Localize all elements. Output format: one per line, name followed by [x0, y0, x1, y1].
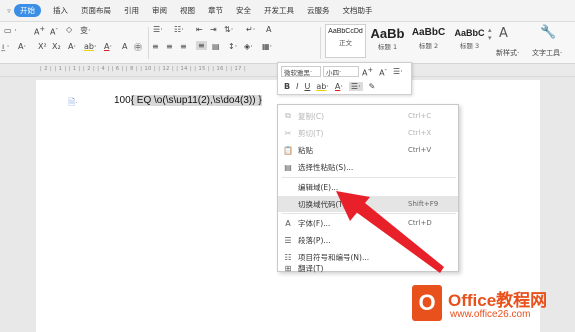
paste-special-icon: ▤: [284, 162, 292, 172]
align-center-icon[interactable]: ≡: [166, 42, 173, 51]
watermark-logo: O Office教程网 www.office26.com: [412, 282, 574, 330]
chevron-down-icon[interactable]: ▿: [4, 7, 14, 15]
tab-cloud[interactable]: 云服务: [307, 5, 330, 16]
text-effect-icon[interactable]: A·: [68, 42, 76, 51]
text-tools-button[interactable]: 文字工具·: [532, 48, 562, 58]
style-heading-3[interactable]: AaBbC 标题 3: [449, 24, 490, 58]
show-marks-icon[interactable]: ↵·: [246, 25, 255, 34]
gallery-scroll-icon[interactable]: ▴ ▾: [488, 26, 492, 42]
text-tools-icon[interactable]: 🔧: [540, 25, 556, 40]
shrink-font-icon[interactable]: A-: [50, 25, 58, 37]
watermark-brand: Office教程网: [448, 291, 548, 310]
bullets-icon[interactable]: ☰·: [153, 25, 163, 34]
bullets-icon: ☷: [284, 252, 292, 262]
line-spacing-icon[interactable]: ↕·: [228, 42, 237, 51]
font-icon: A: [285, 218, 291, 228]
tab-insert[interactable]: 插入: [53, 5, 68, 16]
tab-page-layout[interactable]: 页面布局: [81, 5, 111, 16]
sort-icon[interactable]: ⇅·: [224, 25, 233, 34]
tab-section[interactable]: 章节: [208, 5, 223, 16]
align-left-icon[interactable]: ≡: [152, 42, 159, 51]
translate-icon: ⊞: [284, 263, 292, 273]
phonetic-icon[interactable]: 变·: [80, 25, 91, 36]
numbering-icon[interactable]: ☷·: [174, 25, 184, 34]
ribbon-separator: [320, 27, 321, 59]
align-icon[interactable]: ☰·: [348, 82, 363, 91]
tab-references[interactable]: 引用: [124, 5, 139, 16]
underline-icon[interactable]: U: [304, 82, 310, 91]
format-painter-icon[interactable]: ✎: [369, 82, 376, 91]
copy-icon: ⧉: [285, 111, 291, 120]
style-heading-1[interactable]: AaBb 标题 1: [367, 24, 408, 58]
line-prefix: 100: [114, 95, 131, 106]
ribbon-separator: [148, 27, 149, 59]
mini-font-size[interactable]: 小四 ·: [323, 66, 359, 77]
font-size-dropdown[interactable]: ▭ ·: [4, 26, 17, 35]
grow-font-icon[interactable]: A+: [362, 66, 373, 78]
highlight-icon[interactable]: ab·: [84, 42, 97, 51]
tab-developer[interactable]: 开发工具: [264, 5, 294, 16]
justify-icon[interactable]: ≡: [196, 41, 207, 50]
paste-icon: 📋: [283, 145, 293, 155]
grow-font-icon[interactable]: A+: [34, 25, 45, 37]
font-color-icon[interactable]: A·: [335, 82, 343, 91]
borders-icon[interactable]: ▦·: [262, 42, 272, 51]
shrink-font-icon[interactable]: A-: [379, 66, 387, 78]
mini-toolbar: 微软雅黑 · 小四 · A+ A- ☰· B I U ab· A· ☰· ✎: [277, 62, 412, 95]
paragraph-marker-icon[interactable]: 🗎·: [68, 95, 77, 111]
tab-home[interactable]: 开始: [14, 4, 41, 17]
italic-icon[interactable]: I: [296, 82, 298, 91]
document-line[interactable]: 100{ EQ \o(\s\up11(2),\s\do4(3)) }: [114, 95, 262, 106]
cut-icon: ✂: [284, 128, 292, 138]
menu-item-paste[interactable]: 📋 粘贴 Ctrl+V: [278, 142, 458, 158]
tab-view[interactable]: 视图: [180, 5, 195, 16]
tab-security[interactable]: 安全: [236, 5, 251, 16]
style-heading-2[interactable]: AaBbC 标题 2: [408, 24, 449, 58]
menu-item-copy[interactable]: ⧉ 复制(C) Ctrl+C: [278, 108, 458, 124]
subscript-icon[interactable]: X₂: [52, 42, 61, 51]
tab-doc-assistant[interactable]: 文档助手: [343, 5, 373, 16]
paragraph-icon: ☰: [284, 235, 292, 245]
highlight-icon[interactable]: ab·: [316, 82, 329, 91]
underline-dropdown[interactable]: ı̲ ·: [2, 42, 9, 51]
line-spacing-icon[interactable]: ☰·: [393, 67, 403, 76]
mini-font-name[interactable]: 微软雅黑 ·: [281, 66, 321, 77]
char-border-icon[interactable]: A: [122, 42, 127, 51]
office-logo-icon: O: [412, 285, 442, 321]
enclose-char-icon[interactable]: ㊥: [134, 42, 142, 53]
decrease-indent-icon[interactable]: ⇤: [196, 25, 203, 34]
increase-indent-icon[interactable]: ⇥: [210, 25, 217, 34]
text-direction-icon[interactable]: A: [266, 25, 271, 34]
bold-icon[interactable]: B: [284, 82, 290, 91]
font-color-icon[interactable]: A·: [104, 42, 112, 51]
align-right-icon[interactable]: ≡: [180, 42, 187, 51]
watermark-url: www.office26.com: [450, 309, 531, 320]
clear-format-icon[interactable]: ◇: [66, 25, 72, 34]
menu-bar: ▿ 开始 插入 页面布局 引用 审阅 视图 章节 安全 开发工具 云服务 文档助…: [0, 0, 575, 22]
red-arrow-icon: [336, 191, 444, 273]
new-style-icon[interactable]: A: [499, 26, 508, 41]
strikethrough-icon[interactable]: A·: [18, 42, 26, 51]
tab-review[interactable]: 审阅: [152, 5, 167, 16]
ribbon: ▭ · A+ A- ◇ 变· ı̲ · A· X² X₂ A· ab· A· A…: [0, 22, 575, 64]
superscript-icon[interactable]: X²: [38, 42, 47, 51]
distribute-icon[interactable]: ▤: [212, 42, 220, 51]
field-code[interactable]: { EQ \o(\s\up11(2),\s\do4(3)) }: [130, 95, 262, 106]
menu-item-paste-special[interactable]: ▤ 选择性粘贴(S)...: [278, 159, 458, 175]
style-normal[interactable]: AaBbCcDd 正文: [325, 24, 366, 58]
new-style-button[interactable]: 新样式·: [496, 48, 519, 58]
menu-divider: [282, 177, 456, 178]
shading-icon[interactable]: ◈·: [244, 42, 253, 51]
menu-item-cut[interactable]: ✂ 剪切(T) Ctrl+X: [278, 125, 458, 141]
